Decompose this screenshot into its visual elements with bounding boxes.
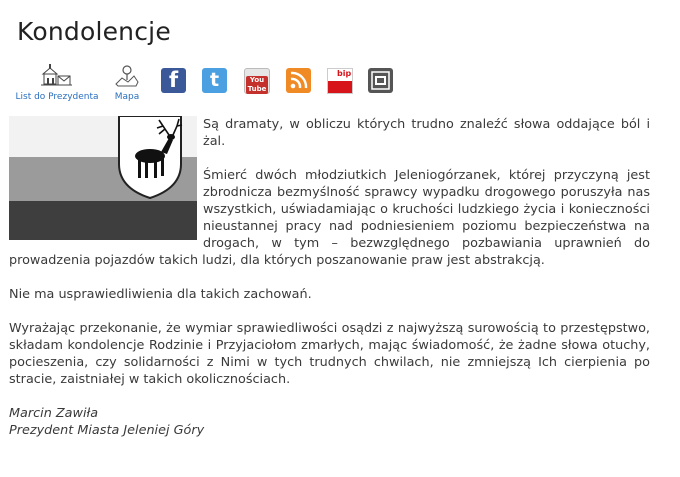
youtube-button[interactable]: You Tube [244,68,270,94]
city-crest-flag [9,115,203,240]
map-link[interactable]: Mapa [112,64,142,102]
toolbar: List do Prezydenta Mapa f t You Tube bip [9,64,409,104]
letter-to-president-label: List do Prezydenta [15,92,99,102]
crest-flag-image [9,115,197,240]
map-pin-icon [115,65,139,87]
signature-name: Marcin Zawiła [9,406,99,421]
rss-icon [290,71,308,89]
town-hall-letter-icon [41,64,72,86]
letter-to-president-link[interactable]: List do Prezydenta [9,64,105,102]
bip-icon: bip [337,69,352,78]
facebook-icon: f [169,68,179,92]
newspaper-icon [371,71,390,90]
youtube-icon: You Tube [246,76,268,94]
map-label: Mapa [114,92,140,102]
signature-title: Prezydent Miasta Jeleniej Góry [9,423,205,438]
paragraph-justice: Wyrażając przekonanie, że wymiar sprawie… [9,321,650,387]
page-title: Kondolencje [17,17,171,46]
paragraph-no-excuse: Nie ma usprawiedliwienia dla takich zach… [9,287,312,302]
city-newsletter-button[interactable] [368,68,393,93]
article-body: Są dramaty, w obliczu których trudno zna… [9,115,650,439]
bip-button[interactable]: bip [327,68,353,94]
twitter-button[interactable]: t [202,68,227,93]
rss-button[interactable] [286,68,311,93]
twitter-icon: t [210,69,220,91]
facebook-button[interactable]: f [161,68,186,93]
